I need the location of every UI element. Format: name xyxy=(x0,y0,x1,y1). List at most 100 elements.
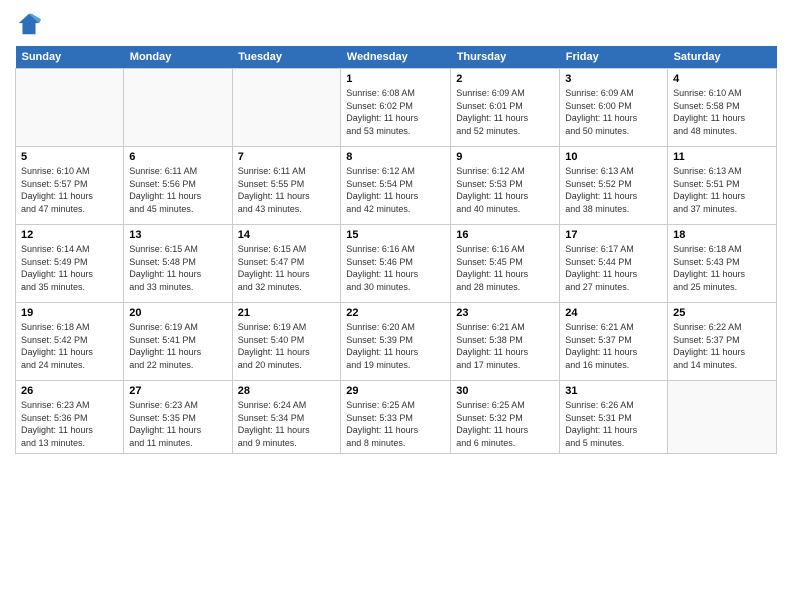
calendar-week-1: 1 Sunrise: 6:08 AM Sunset: 6:02 PM Daylig… xyxy=(16,69,777,147)
calendar-cell: 28 Sunrise: 6:24 AM Sunset: 5:34 PM Dayli… xyxy=(232,381,341,454)
logo-icon xyxy=(15,10,43,38)
day-number: 21 xyxy=(238,307,336,319)
calendar-cell: 27 Sunrise: 6:23 AM Sunset: 5:35 PM Dayli… xyxy=(124,381,232,454)
day-number: 5 xyxy=(21,151,118,163)
calendar-cell: 2 Sunrise: 6:09 AM Sunset: 6:01 PM Daylig… xyxy=(451,69,560,147)
day-number: 31 xyxy=(565,385,662,397)
calendar-cell: 29 Sunrise: 6:25 AM Sunset: 5:33 PM Dayli… xyxy=(341,381,451,454)
calendar-cell: 24Sunrise: 6:21 AM Sunset: 5:37 PM Dayli… xyxy=(560,303,668,381)
day-info: Sunrise: 6:10 AM Sunset: 5:57 PM Dayligh… xyxy=(21,165,118,215)
calendar-cell: 14 Sunrise: 6:15 AM Sunset: 5:47 PM Dayli… xyxy=(232,225,341,303)
day-number: 14 xyxy=(238,229,336,241)
day-info: Sunrise: 6:21 AM Sunset: 5:37 PM Dayligh… xyxy=(565,321,662,371)
day-header-tuesday: Tuesday xyxy=(232,46,341,69)
day-number: 9 xyxy=(456,151,554,163)
day-number: 22 xyxy=(346,307,445,319)
day-number: 1 xyxy=(346,73,445,85)
calendar: SundayMondayTuesdayWednesdayThursdayFrid… xyxy=(15,46,777,454)
day-number: 4 xyxy=(673,73,771,85)
day-number: 29 xyxy=(346,385,445,397)
calendar-header-row: SundayMondayTuesdayWednesdayThursdayFrid… xyxy=(16,46,777,69)
day-header-monday: Monday xyxy=(124,46,232,69)
day-number: 11 xyxy=(673,151,771,163)
day-header-friday: Friday xyxy=(560,46,668,69)
day-number: 27 xyxy=(129,385,226,397)
day-number: 19 xyxy=(21,307,118,319)
calendar-week-2: 5 Sunrise: 6:10 AM Sunset: 5:57 PM Daylig… xyxy=(16,147,777,225)
calendar-cell: 26Sunrise: 6:23 AM Sunset: 5:36 PM Dayli… xyxy=(16,381,124,454)
calendar-cell: 10 Sunrise: 6:13 AM Sunset: 5:52 PM Dayli… xyxy=(560,147,668,225)
page: SundayMondayTuesdayWednesdayThursdayFrid… xyxy=(0,0,792,612)
calendar-cell: 11 Sunrise: 6:13 AM Sunset: 5:51 PM Dayli… xyxy=(668,147,777,225)
day-info: Sunrise: 6:19 AM Sunset: 5:41 PM Dayligh… xyxy=(129,321,226,371)
calendar-cell: 3 Sunrise: 6:09 AM Sunset: 6:00 PM Daylig… xyxy=(560,69,668,147)
day-number: 30 xyxy=(456,385,554,397)
day-info: Sunrise: 6:19 AM Sunset: 5:40 PM Dayligh… xyxy=(238,321,336,371)
day-info: Sunrise: 6:09 AM Sunset: 6:01 PM Dayligh… xyxy=(456,87,554,137)
calendar-cell: 25 Sunrise: 6:22 AM Sunset: 5:37 PM Dayli… xyxy=(668,303,777,381)
day-info: Sunrise: 6:25 AM Sunset: 5:33 PM Dayligh… xyxy=(346,399,445,449)
day-info: Sunrise: 6:14 AM Sunset: 5:49 PM Dayligh… xyxy=(21,243,118,293)
day-info: Sunrise: 6:12 AM Sunset: 5:53 PM Dayligh… xyxy=(456,165,554,215)
calendar-cell: 13 Sunrise: 6:15 AM Sunset: 5:48 PM Dayli… xyxy=(124,225,232,303)
calendar-cell xyxy=(124,69,232,147)
calendar-cell: 12 Sunrise: 6:14 AM Sunset: 5:49 PM Dayli… xyxy=(16,225,124,303)
day-number: 18 xyxy=(673,229,771,241)
calendar-cell xyxy=(668,381,777,454)
day-number: 15 xyxy=(346,229,445,241)
calendar-cell: 22 Sunrise: 6:20 AM Sunset: 5:39 PM Dayli… xyxy=(341,303,451,381)
day-number: 23 xyxy=(456,307,554,319)
calendar-cell: 4Sunrise: 6:10 AM Sunset: 5:58 PM Daylig… xyxy=(668,69,777,147)
day-header-thursday: Thursday xyxy=(451,46,560,69)
day-number: 2 xyxy=(456,73,554,85)
day-info: Sunrise: 6:15 AM Sunset: 5:47 PM Dayligh… xyxy=(238,243,336,293)
calendar-week-5: 26Sunrise: 6:23 AM Sunset: 5:36 PM Dayli… xyxy=(16,381,777,454)
calendar-cell: 15Sunrise: 6:16 AM Sunset: 5:46 PM Dayli… xyxy=(341,225,451,303)
calendar-cell: 31 Sunrise: 6:26 AM Sunset: 5:31 PM Dayli… xyxy=(560,381,668,454)
day-info: Sunrise: 6:23 AM Sunset: 5:35 PM Dayligh… xyxy=(129,399,226,449)
calendar-cell: 19Sunrise: 6:18 AM Sunset: 5:42 PM Dayli… xyxy=(16,303,124,381)
calendar-cell: 7 Sunrise: 6:11 AM Sunset: 5:55 PM Daylig… xyxy=(232,147,341,225)
day-number: 16 xyxy=(456,229,554,241)
day-info: Sunrise: 6:20 AM Sunset: 5:39 PM Dayligh… xyxy=(346,321,445,371)
calendar-cell: 5 Sunrise: 6:10 AM Sunset: 5:57 PM Daylig… xyxy=(16,147,124,225)
day-number: 26 xyxy=(21,385,118,397)
day-header-wednesday: Wednesday xyxy=(341,46,451,69)
day-number: 10 xyxy=(565,151,662,163)
day-number: 17 xyxy=(565,229,662,241)
calendar-cell: 17 Sunrise: 6:17 AM Sunset: 5:44 PM Dayli… xyxy=(560,225,668,303)
day-info: Sunrise: 6:22 AM Sunset: 5:37 PM Dayligh… xyxy=(673,321,771,371)
header xyxy=(15,10,777,38)
day-info: Sunrise: 6:11 AM Sunset: 5:55 PM Dayligh… xyxy=(238,165,336,215)
day-info: Sunrise: 6:13 AM Sunset: 5:52 PM Dayligh… xyxy=(565,165,662,215)
day-header-sunday: Sunday xyxy=(16,46,124,69)
day-number: 13 xyxy=(129,229,226,241)
day-info: Sunrise: 6:26 AM Sunset: 5:31 PM Dayligh… xyxy=(565,399,662,449)
calendar-cell: 20Sunrise: 6:19 AM Sunset: 5:41 PM Dayli… xyxy=(124,303,232,381)
day-info: Sunrise: 6:11 AM Sunset: 5:56 PM Dayligh… xyxy=(129,165,226,215)
calendar-cell: 23 Sunrise: 6:21 AM Sunset: 5:38 PM Dayli… xyxy=(451,303,560,381)
day-number: 3 xyxy=(565,73,662,85)
day-info: Sunrise: 6:09 AM Sunset: 6:00 PM Dayligh… xyxy=(565,87,662,137)
calendar-cell: 6Sunrise: 6:11 AM Sunset: 5:56 PM Daylig… xyxy=(124,147,232,225)
day-info: Sunrise: 6:13 AM Sunset: 5:51 PM Dayligh… xyxy=(673,165,771,215)
logo xyxy=(15,10,47,38)
day-number: 8 xyxy=(346,151,445,163)
day-number: 12 xyxy=(21,229,118,241)
calendar-cell: 30Sunrise: 6:25 AM Sunset: 5:32 PM Dayli… xyxy=(451,381,560,454)
day-info: Sunrise: 6:24 AM Sunset: 5:34 PM Dayligh… xyxy=(238,399,336,449)
day-info: Sunrise: 6:12 AM Sunset: 5:54 PM Dayligh… xyxy=(346,165,445,215)
calendar-week-3: 12 Sunrise: 6:14 AM Sunset: 5:49 PM Dayli… xyxy=(16,225,777,303)
day-number: 25 xyxy=(673,307,771,319)
day-info: Sunrise: 6:21 AM Sunset: 5:38 PM Dayligh… xyxy=(456,321,554,371)
day-info: Sunrise: 6:17 AM Sunset: 5:44 PM Dayligh… xyxy=(565,243,662,293)
day-info: Sunrise: 6:15 AM Sunset: 5:48 PM Dayligh… xyxy=(129,243,226,293)
calendar-week-4: 19Sunrise: 6:18 AM Sunset: 5:42 PM Dayli… xyxy=(16,303,777,381)
day-info: Sunrise: 6:16 AM Sunset: 5:45 PM Dayligh… xyxy=(456,243,554,293)
calendar-cell: 1 Sunrise: 6:08 AM Sunset: 6:02 PM Daylig… xyxy=(341,69,451,147)
calendar-cell: 21 Sunrise: 6:19 AM Sunset: 5:40 PM Dayli… xyxy=(232,303,341,381)
day-number: 7 xyxy=(238,151,336,163)
day-number: 28 xyxy=(238,385,336,397)
calendar-cell: 9 Sunrise: 6:12 AM Sunset: 5:53 PM Daylig… xyxy=(451,147,560,225)
day-info: Sunrise: 6:08 AM Sunset: 6:02 PM Dayligh… xyxy=(346,87,445,137)
